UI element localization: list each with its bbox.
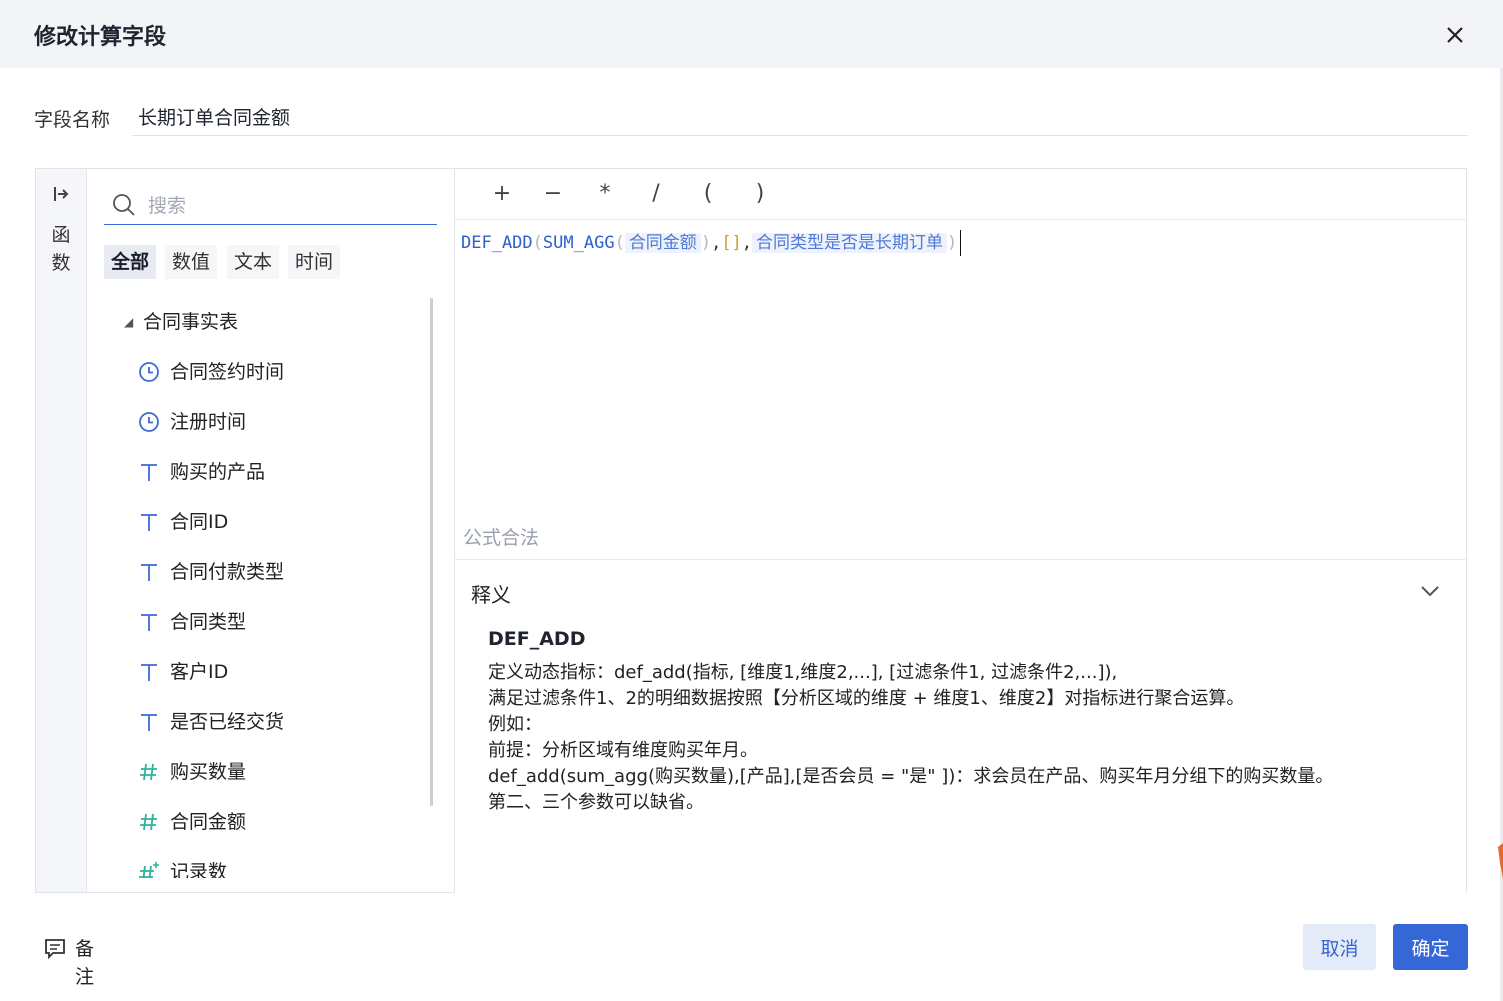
number-type-icon xyxy=(140,763,157,781)
formula-fn-inner: SUM_AGG xyxy=(542,233,615,253)
open-paren-operator[interactable]: ( xyxy=(693,179,723,209)
search-box xyxy=(104,188,437,225)
text-type-icon xyxy=(141,564,157,581)
formula-field-token: 合同类型是否是长期订单 xyxy=(752,233,948,253)
formula-comma: , xyxy=(711,233,722,253)
explanation-text: 定义动态指标：def_add(指标, [维度1,维度2,...], [过滤条件1… xyxy=(488,660,1333,816)
note-icon xyxy=(45,939,65,959)
text-type-icon xyxy=(141,514,157,531)
explanation-line: def_add(sum_agg(购买数量),[产品],[是否会员 = "是" ]… xyxy=(488,766,1334,787)
tree-item-label: 是否已经交货 xyxy=(170,711,285,733)
explanation-fn-name: DEF_ADD xyxy=(488,628,586,650)
tree-item-label: 合同签约时间 xyxy=(170,361,285,383)
formula-comma: , xyxy=(741,233,753,253)
formula-status: 公式合法 xyxy=(463,527,540,549)
cancel-button[interactable]: 取消 xyxy=(1303,924,1376,970)
function-rail-label-2: 数 xyxy=(51,252,71,274)
field-tree: ◢ 合同事实表 合同签约时间 注册时间 购买的产品 合同ID 合同付款类型 合同… xyxy=(87,298,447,878)
expand-arrow-icon[interactable] xyxy=(52,185,70,203)
text-type-icon xyxy=(141,614,157,631)
formula-close-paren: ) xyxy=(947,233,958,253)
confirm-button[interactable]: 确定 xyxy=(1393,924,1468,970)
operator-bar: + − * / ( ) xyxy=(455,169,1466,220)
divide-operator[interactable]: / xyxy=(641,179,671,209)
formula-empty-list: [] xyxy=(721,233,742,253)
minus-operator[interactable]: − xyxy=(538,179,568,209)
number-type-icon xyxy=(140,813,157,831)
tree-item-label: 购买的产品 xyxy=(170,461,266,483)
explanation-line: 第二、三个参数可以缺省。 xyxy=(488,792,704,813)
explanation-line: 定义动态指标：def_add(指标, [维度1,维度2,...], [过滤条件1… xyxy=(488,662,1118,683)
record-count-icon xyxy=(139,862,159,878)
formula-editor[interactable]: DEF_ADD(SUM_AGG(合同金额),[], 合同类型是否是长期订单) xyxy=(461,228,1451,258)
tree-item-label: 客户ID xyxy=(170,661,229,683)
explanation-title: 释义 xyxy=(471,583,511,607)
chevron-down-icon[interactable] xyxy=(1419,580,1441,602)
formula-field-token: 合同金额 xyxy=(624,233,701,253)
close-paren-operator[interactable]: ) xyxy=(745,179,775,209)
note-label: 备注 xyxy=(75,938,95,988)
field-panel: 全部 数值 文本 时间 ◢ 合同事实表 合同签约时间 注册时间 购买的产品 合同… xyxy=(87,169,455,892)
tree-item-label: 注册时间 xyxy=(170,411,247,433)
formula-open-paren: ( xyxy=(614,233,625,253)
text-caret xyxy=(960,230,962,256)
tab-time[interactable]: 时间 xyxy=(288,245,341,279)
collapse-triangle-icon[interactable]: ◢ xyxy=(124,306,133,338)
formula-fn-outer: DEF_ADD xyxy=(461,233,533,253)
text-type-icon xyxy=(141,714,157,731)
tab-number[interactable]: 数值 xyxy=(165,245,218,279)
function-rail[interactable]: 函 数 xyxy=(36,169,87,892)
tree-item-label: 合同金额 xyxy=(170,811,247,833)
tree-item-label: 合同类型 xyxy=(170,611,247,633)
text-type-icon xyxy=(141,464,157,481)
plus-operator[interactable]: + xyxy=(487,179,517,209)
text-type-icon xyxy=(141,664,157,681)
field-name-input[interactable] xyxy=(132,98,1468,136)
function-rail-label-1: 函 xyxy=(51,224,71,246)
formula-open-paren: ( xyxy=(532,233,543,253)
close-icon[interactable] xyxy=(1440,20,1470,50)
formula-close-paren: ) xyxy=(700,233,712,253)
tab-all[interactable]: 全部 xyxy=(104,245,157,279)
edge-decoration xyxy=(1498,843,1503,879)
tree-item-label: 购买数量 xyxy=(170,761,247,783)
tree-item-label: 合同ID xyxy=(170,511,229,533)
tree-item-label: 记录数 xyxy=(170,861,228,878)
field-name-label: 字段名称 xyxy=(34,109,111,131)
explanation-line: 满足过滤条件1、2的明细数据按照【分析区域的维度 + 维度1、维度2】对指标进行… xyxy=(488,688,1245,709)
function-rail-label: 函 数 xyxy=(50,221,72,277)
explanation-line: 前提：分析区域有维度购买年月。 xyxy=(488,740,758,761)
clock-icon xyxy=(139,412,159,432)
explanation-line: 例如： xyxy=(488,714,542,735)
multiply-operator[interactable]: * xyxy=(590,179,620,209)
tree-scrollbar[interactable] xyxy=(430,298,433,806)
clock-icon xyxy=(139,362,159,382)
tab-text[interactable]: 文本 xyxy=(227,245,280,279)
dialog-header: 修改计算字段 xyxy=(0,0,1503,68)
search-input[interactable] xyxy=(146,190,430,222)
tree-item-label: 合同付款类型 xyxy=(170,561,285,583)
tree-root-label: 合同事实表 xyxy=(143,311,239,333)
explanation-panel: 释义 DEF_ADD 定义动态指标：def_add(指标, [维度1,维度2,.… xyxy=(455,559,1466,893)
dialog-title: 修改计算字段 xyxy=(34,25,167,50)
search-icon xyxy=(113,194,135,216)
